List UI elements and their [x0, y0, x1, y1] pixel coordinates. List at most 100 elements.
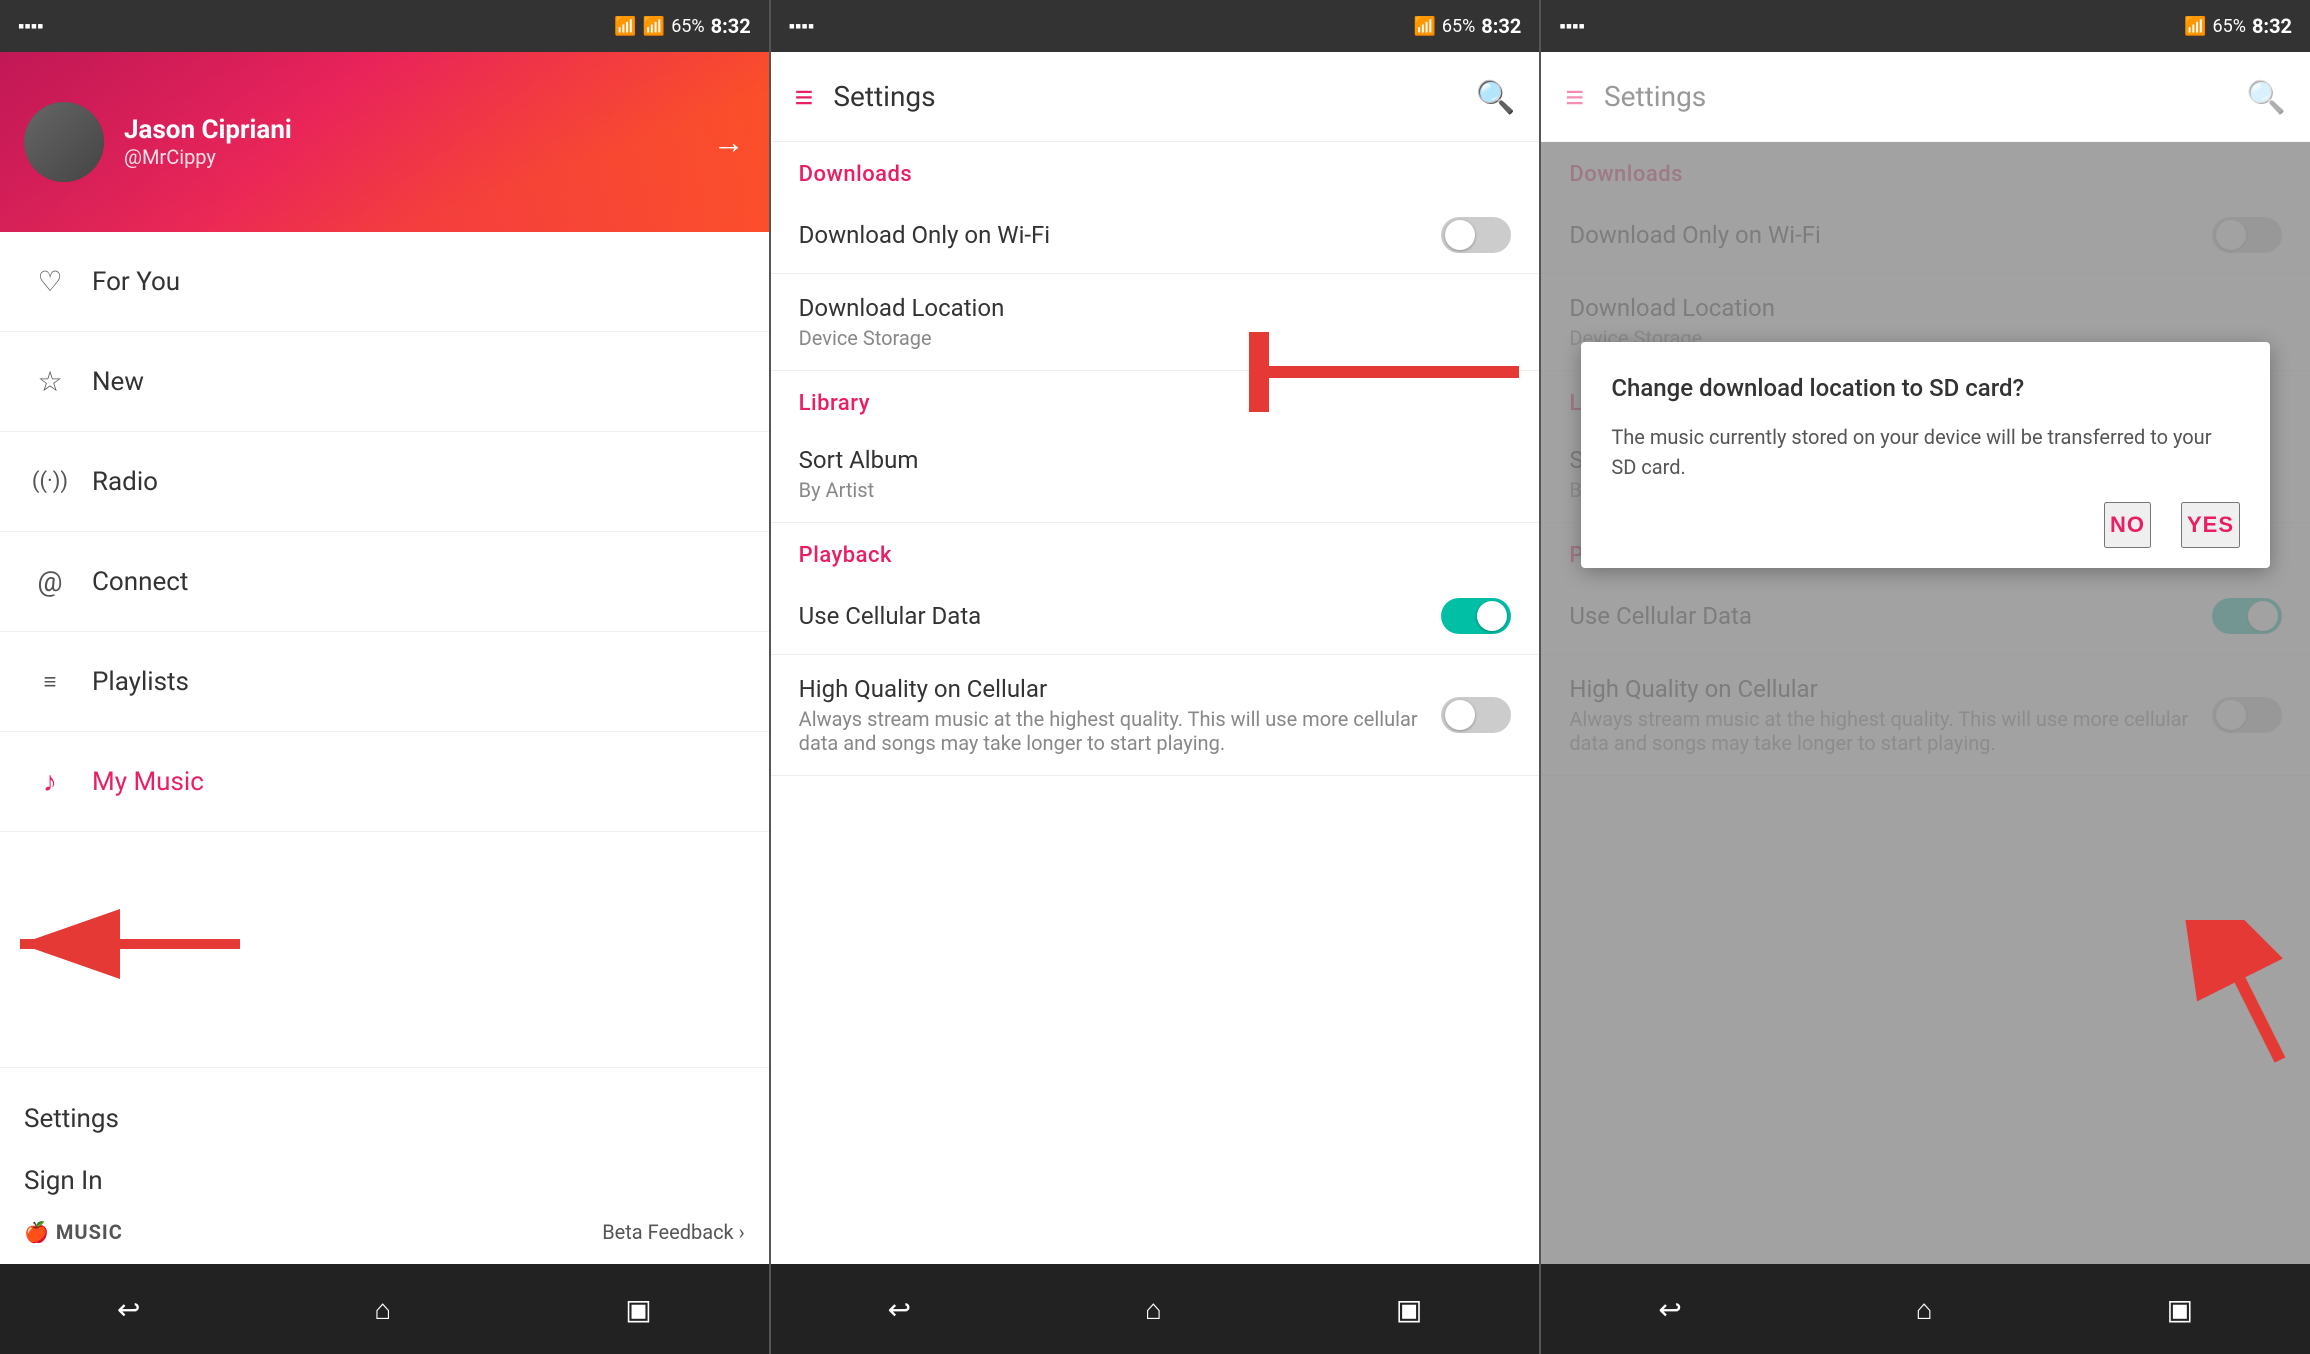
dialog-no-button[interactable]: NO	[2104, 502, 2151, 548]
at-icon: @	[24, 565, 76, 598]
status-left-2: ▪▪▪▪	[789, 16, 815, 37]
cellular-toggle-2[interactable]	[1441, 598, 1511, 634]
user-info: Jason Cipriani @MrCippy	[124, 115, 713, 169]
high-quality-text-2: High Quality on Cellular Always stream m…	[799, 675, 1442, 755]
high-quality-title-2: High Quality on Cellular	[799, 675, 1442, 703]
sort-album-text-2: Sort Album By Artist	[799, 446, 1512, 502]
wifi-icon-3: 📶	[2184, 16, 2206, 37]
home-button-2[interactable]: ⌂	[1145, 1293, 1162, 1326]
wifi-icon-2: 📶	[1413, 16, 1435, 37]
download-location-title-2: Download Location	[799, 294, 1512, 322]
sidebar-footer: Settings Sign In 🍎 MUSIC Beta Feedback ›	[0, 1067, 769, 1264]
menu-icon-2[interactable]: ≡	[795, 78, 814, 116]
section-header-library-2: Library	[771, 371, 1540, 426]
sidebar-item-my-music[interactable]: ♪ My Music	[0, 732, 769, 832]
toggle-thumb-cellular-2	[1477, 601, 1507, 631]
back-button[interactable]: ↩	[117, 1293, 140, 1326]
recents-button-2[interactable]: ▣	[1396, 1293, 1422, 1326]
panel-2-settings: ▪▪▪▪ 📶 65% 8:32 ≡ Settings 🔍 Downloads D…	[771, 0, 1540, 1354]
brand-row: 🍎 MUSIC Beta Feedback ›	[24, 1220, 745, 1244]
menu-icon-3[interactable]: ≡	[1565, 78, 1584, 116]
sidebar-item-for-you[interactable]: ♡ For You	[0, 232, 769, 332]
signal-icon: 📶	[643, 16, 665, 37]
status-time: 8:32	[711, 14, 751, 38]
feedback-link[interactable]: Beta Feedback ›	[602, 1220, 744, 1244]
sidebar-item-radio[interactable]: ((·)) Radio	[0, 432, 769, 532]
panel-3-dialog: ▪▪▪▪ 📶 65% 8:32 ≡ Settings 🔍 Downloads D…	[1541, 0, 2310, 1354]
home-button-3[interactable]: ⌂	[1916, 1293, 1933, 1326]
row-cellular-2[interactable]: Use Cellular Data	[771, 578, 1540, 655]
download-location-subtitle-2: Device Storage	[799, 326, 1512, 350]
status-bar-3: ▪▪▪▪ 📶 65% 8:32	[1541, 0, 2310, 52]
status-bar-1: ▪▪▪▪ 📶 📶 65% 8:32	[0, 0, 769, 52]
sidebar-header[interactable]: Jason Cipriani @MrCippy →	[0, 52, 769, 232]
battery-3: 65%	[2213, 16, 2246, 37]
dialog-title: Change download location to SD card?	[1611, 372, 2240, 406]
recents-button-3[interactable]: ▣	[2167, 1293, 2193, 1326]
nav-bar-3: ↩ ⌂ ▣	[1541, 1264, 2310, 1354]
status-icons-3: ▪▪▪▪	[1559, 16, 1585, 37]
sidebar-label-new: New	[92, 367, 144, 397]
settings-content-3: Downloads Download Only on Wi-Fi Downloa…	[1541, 142, 2310, 1264]
wifi-only-title-2: Download Only on Wi-Fi	[799, 221, 1442, 249]
high-quality-subtitle-2: Always stream music at the highest quali…	[799, 707, 1442, 755]
search-icon-2[interactable]: 🔍	[1476, 78, 1516, 116]
star-icon: ☆	[24, 365, 76, 398]
panel-1-sidebar: ▪▪▪▪ 📶 📶 65% 8:32 Jason Cipriani @MrCipp…	[0, 0, 769, 1354]
sidebar-label-connect: Connect	[92, 567, 188, 597]
signin-link[interactable]: Sign In	[24, 1150, 745, 1212]
sort-album-title-2: Sort Album	[799, 446, 1512, 474]
settings-toolbar-3: ≡ Settings 🔍	[1541, 52, 2310, 142]
row-download-location-2[interactable]: Download Location Device Storage	[771, 274, 1540, 371]
section-header-downloads-2: Downloads	[771, 142, 1540, 197]
profile-arrow-icon[interactable]: →	[713, 123, 745, 161]
cellular-text-2: Use Cellular Data	[799, 602, 1442, 630]
status-right-2: 📶 65% 8:32	[1413, 14, 1521, 38]
sidebar-item-new[interactable]: ☆ New	[0, 332, 769, 432]
sidebar-menu: ♡ For You ☆ New ((·)) Radio @ Connect ≡ …	[0, 232, 769, 1067]
music-note-icon: ♪	[24, 765, 76, 798]
wifi-icon: 📶	[614, 16, 636, 37]
toolbar-title-3: Settings	[1604, 80, 2246, 113]
high-quality-toggle-2[interactable]	[1441, 697, 1511, 733]
user-name: Jason Cipriani	[124, 115, 713, 145]
time-3: 8:32	[2252, 14, 2292, 38]
toggle-thumb-hq-2	[1445, 700, 1475, 730]
status-bar-2: ▪▪▪▪ 📶 65% 8:32	[771, 0, 1540, 52]
nav-bar-2: ↩ ⌂ ▣	[771, 1264, 1540, 1354]
dialog-body: The music currently stored on your devic…	[1611, 422, 2240, 482]
user-handle: @MrCippy	[124, 145, 713, 169]
battery-2: 65%	[1442, 16, 1475, 37]
wifi-only-text-2: Download Only on Wi-Fi	[799, 221, 1442, 249]
settings-content-2: Downloads Download Only on Wi-Fi Downloa…	[771, 142, 1540, 1264]
wifi-toggle-2[interactable]	[1441, 217, 1511, 253]
radio-icon: ((·))	[24, 469, 76, 494]
sidebar-label-playlists: Playlists	[92, 667, 189, 697]
row-wifi-only-2[interactable]: Download Only on Wi-Fi	[771, 197, 1540, 274]
row-high-quality-2[interactable]: High Quality on Cellular Always stream m…	[771, 655, 1540, 776]
download-location-text-2: Download Location Device Storage	[799, 294, 1512, 350]
back-button-2[interactable]: ↩	[888, 1293, 911, 1326]
heart-icon: ♡	[24, 265, 76, 298]
playlist-icon: ≡	[24, 669, 76, 695]
settings-link[interactable]: Settings	[24, 1088, 745, 1150]
back-button-3[interactable]: ↩	[1658, 1293, 1681, 1326]
nav-bar-1: ↩ ⌂ ▣	[0, 1264, 769, 1354]
section-header-playback-2: Playback	[771, 523, 1540, 578]
avatar	[24, 102, 104, 182]
recents-button[interactable]: ▣	[625, 1293, 651, 1326]
dialog-yes-button[interactable]: YES	[2181, 502, 2240, 548]
cellular-title-2: Use Cellular Data	[799, 602, 1442, 630]
status-left-icons: ▪▪▪▪	[18, 16, 44, 37]
home-button[interactable]: ⌂	[374, 1293, 391, 1326]
settings-toolbar-2: ≡ Settings 🔍	[771, 52, 1540, 142]
battery-percent: 65%	[671, 16, 704, 37]
notification-icons: ▪▪▪▪	[18, 16, 44, 37]
time-2: 8:32	[1481, 14, 1521, 38]
sidebar-item-playlists[interactable]: ≡ Playlists	[0, 632, 769, 732]
dialog-sd-card: Change download location to SD card? The…	[1581, 342, 2270, 568]
sidebar-item-connect[interactable]: @ Connect	[0, 532, 769, 632]
status-right-info: 📶 📶 65% 8:32	[614, 14, 750, 38]
row-sort-album-2[interactable]: Sort Album By Artist	[771, 426, 1540, 523]
search-icon-3[interactable]: 🔍	[2246, 78, 2286, 116]
